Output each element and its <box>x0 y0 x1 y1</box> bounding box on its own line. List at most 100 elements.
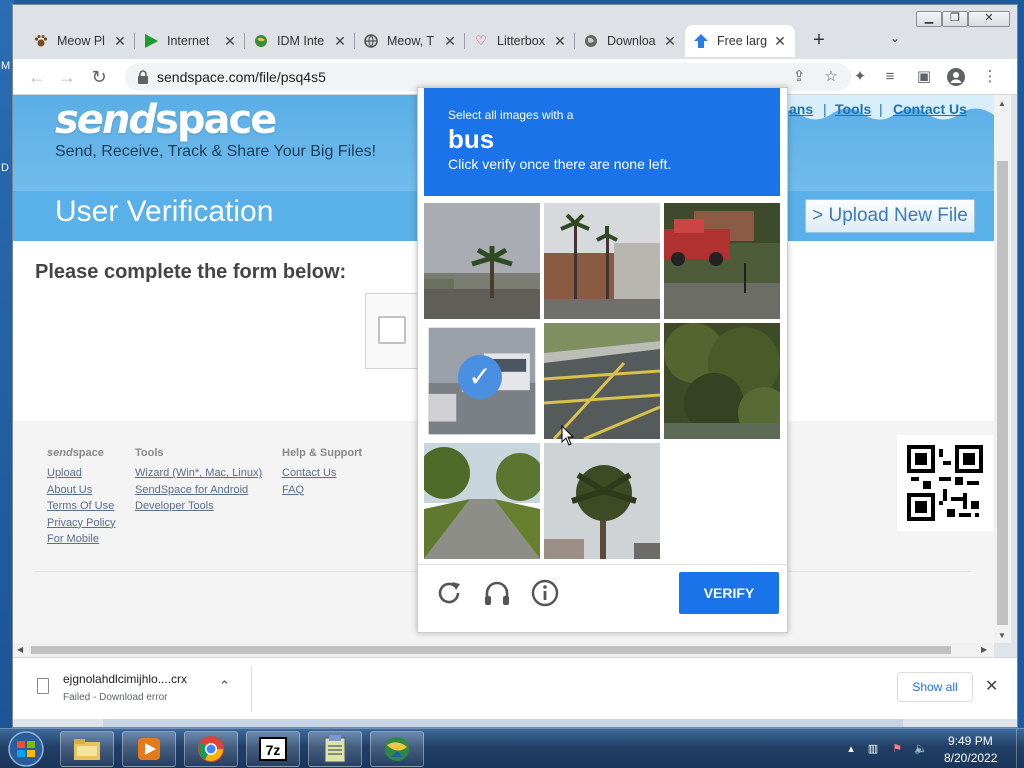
taskbar-chrome[interactable] <box>184 731 238 767</box>
tab-litterbox[interactable]: ♡ Litterbox ✕ <box>465 25 575 57</box>
audio-challenge-headphones-icon[interactable] <box>482 578 512 608</box>
show-desktop-button[interactable] <box>1016 729 1024 768</box>
footer-link-terms[interactable]: Terms Of Use <box>47 498 115 515</box>
kebab-menu-icon[interactable]: ⋮ <box>979 66 1001 88</box>
verify-button[interactable]: VERIFY <box>679 572 779 614</box>
close-tab-icon[interactable]: ✕ <box>443 33 457 50</box>
captcha-tile-1[interactable] <box>424 203 540 319</box>
close-tab-icon[interactable]: ✕ <box>223 33 237 50</box>
start-button-windows-icon[interactable] <box>4 730 48 768</box>
info-icon[interactable] <box>530 578 560 608</box>
system-tray: ▴ ▥ ⚑ 🔈 9:49 PM 8/20/2022 <box>840 729 1024 768</box>
footer-link-wizard[interactable]: Wizard (Win*, Mac, Linux) <box>135 465 262 482</box>
sendspace-logo[interactable]: sendspace <box>55 97 277 143</box>
bookmark-star-icon[interactable]: ☆ <box>821 67 841 87</box>
chevron-up-icon[interactable]: ⌃ <box>219 678 230 694</box>
close-tab-icon[interactable]: ✕ <box>773 33 787 50</box>
footer-link-privacy[interactable]: Privacy Policy <box>47 515 115 532</box>
challenge-instruction: Click verify once there are none left. <box>448 156 672 172</box>
vertical-scrollbar[interactable]: ▲ ▼ <box>994 95 1011 643</box>
challenge-image-grid: ✓ <box>424 203 780 559</box>
reload-challenge-icon[interactable] <box>434 578 464 608</box>
volume-icon[interactable]: 🔈 <box>914 742 928 756</box>
minimize-button[interactable]: ▁ <box>916 11 942 27</box>
tab-download[interactable]: Downloa ✕ <box>575 25 685 57</box>
share-icon[interactable]: ⇪ <box>789 67 809 87</box>
horizontal-scroll-thumb[interactable] <box>31 646 951 654</box>
maximize-button[interactable]: ❐ <box>942 11 968 27</box>
footer-link-mobile[interactable]: For Mobile <box>47 531 115 548</box>
scroll-up-arrow-icon[interactable]: ▲ <box>998 99 1006 108</box>
horizontal-scrollbar[interactable]: ◀ ▶ <box>13 643 994 657</box>
scroll-left-arrow-icon[interactable]: ◀ <box>17 645 23 654</box>
page-title: User Verification <box>55 195 274 228</box>
download-filename[interactable]: ejgnolahdlcimijhlo....crx <box>63 672 187 686</box>
building-palms-image <box>544 203 660 319</box>
taskbar-idm[interactable] <box>370 731 424 767</box>
form-heading: Please complete the form below: <box>35 261 347 283</box>
network-icon[interactable]: ▥ <box>866 742 880 756</box>
taskbar-media-player[interactable] <box>122 731 176 767</box>
tray-expand-arrow-icon[interactable]: ▴ <box>844 742 858 756</box>
vertical-scroll-thumb[interactable] <box>997 161 1008 625</box>
side-panel-icon[interactable]: ▣ <box>913 66 935 88</box>
upload-new-file-button[interactable]: > Upload New File <box>805 199 975 233</box>
captcha-tile-6[interactable] <box>664 323 780 439</box>
clock-time[interactable]: 9:49 PM <box>948 734 993 748</box>
reading-list-icon[interactable]: ≡ <box>879 66 901 88</box>
new-tab-button[interactable]: + <box>807 29 831 53</box>
taskbar-explorer[interactable] <box>60 731 114 767</box>
file-icon <box>37 678 49 694</box>
footer-link-devtools[interactable]: Developer Tools <box>135 498 262 515</box>
close-window-button[interactable]: ✕ <box>968 11 1010 27</box>
close-tab-icon[interactable]: ✕ <box>333 33 347 50</box>
close-download-bar-icon[interactable]: ✕ <box>985 676 998 696</box>
action-center-flag-icon[interactable]: ⚑ <box>890 742 904 756</box>
captcha-tile-2[interactable] <box>544 203 660 319</box>
profile-avatar-icon[interactable] <box>945 66 967 88</box>
show-all-button[interactable]: Show all <box>897 672 973 702</box>
captcha-tile-3[interactable] <box>664 203 780 319</box>
tab-free-large[interactable]: Free larg ✕ <box>685 25 795 57</box>
tab-meow-t[interactable]: Meow, T ✕ <box>355 25 465 57</box>
tab-search-chevron-icon[interactable]: ⌄ <box>885 31 905 51</box>
tile-selected-check-icon: ✓ <box>458 355 502 399</box>
captcha-tile-5[interactable] <box>544 323 660 439</box>
tab-internet[interactable]: Internet ✕ <box>135 25 245 57</box>
media-player-icon <box>138 738 160 760</box>
download-status: Failed - Download error <box>63 692 168 703</box>
close-tab-icon[interactable]: ✕ <box>113 33 127 50</box>
taskbar-7zip[interactable]: 7z <box>246 731 300 767</box>
scroll-right-arrow-icon[interactable]: ▶ <box>981 645 987 654</box>
nav-link-tools[interactable]: Tools <box>835 101 871 117</box>
qr-code <box>897 435 993 531</box>
clock-date[interactable]: 8/20/2022 <box>944 751 997 765</box>
nav-link-plans[interactable]: ans <box>789 101 813 117</box>
back-arrow-icon[interactable]: ← <box>25 65 49 89</box>
captcha-tile-8[interactable] <box>544 443 660 559</box>
nav-link-contact[interactable]: Contact Us <box>893 101 967 117</box>
tab-idm[interactable]: IDM Inte ✕ <box>245 25 355 57</box>
extensions-puzzle-icon[interactable]: ✦ <box>849 66 871 88</box>
footer-link-about[interactable]: About Us <box>47 482 115 499</box>
close-tab-icon[interactable]: ✕ <box>663 33 677 50</box>
captcha-tile-4[interactable]: ✓ <box>424 323 540 439</box>
footer-link-contact[interactable]: Contact Us <box>282 465 362 482</box>
scroll-down-arrow-icon[interactable]: ▼ <box>998 631 1006 640</box>
reload-icon[interactable]: ↻ <box>87 65 111 89</box>
window-bottom-edge <box>103 719 903 727</box>
chrome-icon <box>198 736 224 762</box>
recaptcha-checkbox[interactable] <box>378 316 406 344</box>
captcha-tile-7[interactable] <box>424 443 540 559</box>
taskbar-notepad[interactable] <box>308 731 362 767</box>
recaptcha-challenge: Select all images with a bus Click verif… <box>417 87 788 633</box>
footer-link-faq[interactable]: FAQ <box>282 482 362 499</box>
footer-link-upload[interactable]: Upload <box>47 465 115 482</box>
tab-meow-pl[interactable]: Meow Pl ✕ <box>25 25 135 57</box>
forward-arrow-icon[interactable]: → <box>55 65 79 89</box>
close-tab-icon[interactable]: ✕ <box>553 33 567 50</box>
footer-link-android[interactable]: SendSpace for Android <box>135 482 262 499</box>
folder-icon <box>74 739 100 760</box>
play-icon <box>143 33 159 49</box>
url-text[interactable]: sendspace.com/file/psq4s5 <box>157 69 326 85</box>
